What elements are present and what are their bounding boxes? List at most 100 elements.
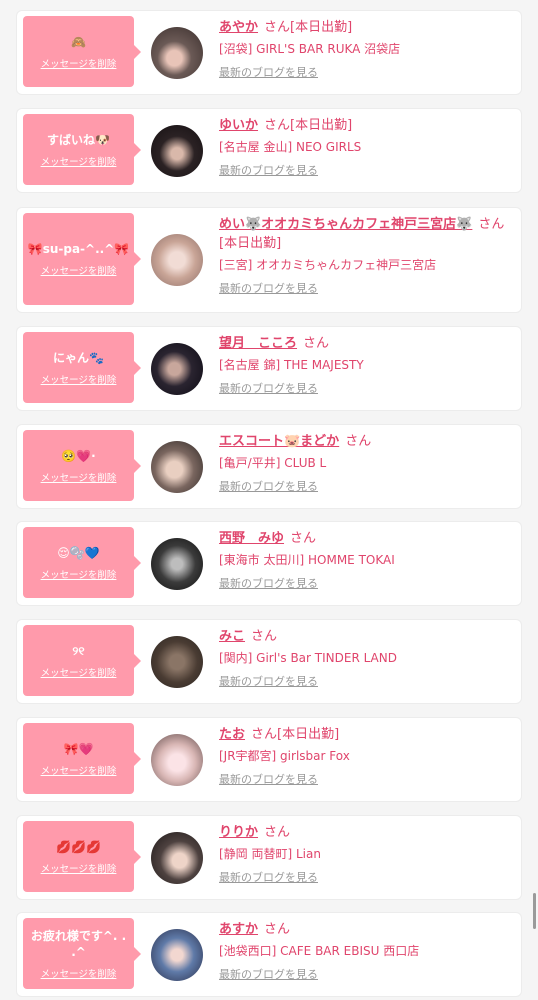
cast-name-link[interactable]: あすか [219, 922, 258, 937]
cast-name-link[interactable]: 望月 こころ [219, 336, 297, 351]
message-bubble: にゃん🐾 メッセージを削除 [23, 332, 141, 403]
name-line: あすか さん [219, 920, 509, 939]
message-bubble: 💋💋💋 メッセージを削除 [23, 821, 141, 892]
list-item: 😌🫧💙 メッセージを削除 西野 みゆ さん [東海市 太田川] HOMME TOK… [17, 522, 521, 605]
name-line: めい🐺オオカミちゃんカフェ神戸三宮店🐺 さん [本日出勤] [219, 215, 509, 253]
shop-name: [池袋西口] CAFE BAR EBISU 西口店 [219, 944, 420, 958]
working-badge: [本日出勤] [290, 20, 353, 35]
blog-link[interactable]: 最新のブログを見る [219, 380, 509, 396]
honorific: さん [264, 20, 291, 35]
list-item: にゃん🐾 メッセージを削除 望月 こころ さん [名古屋 錦] THE MAJES… [17, 327, 521, 410]
message-bubble: 🎀su-pa-^..^🎀 メッセージを削除 [23, 213, 141, 305]
working-badge: [本日出勤] [277, 727, 340, 742]
blog-link[interactable]: 最新のブログを見る [219, 162, 509, 178]
delete-message-link[interactable]: メッセージを削除 [41, 470, 117, 484]
avatar[interactable] [151, 734, 203, 786]
delete-message-link[interactable]: メッセージを削除 [41, 966, 117, 980]
honorific: さん [264, 825, 291, 840]
cast-name-link[interactable]: ゆいか [219, 118, 258, 133]
name-line: エスコート🐷まどか さん [219, 432, 509, 451]
name-line: みこ さん [219, 627, 509, 646]
message-text: にゃん🐾 [53, 350, 104, 365]
delete-message-link[interactable]: メッセージを削除 [41, 665, 117, 679]
list-item: すばいね🐶 メッセージを削除 ゆいか さん[本日出勤] [名古屋 金山] NEO … [17, 109, 521, 192]
message-bubble: 🥺💗· メッセージを削除 [23, 430, 141, 501]
message-text: 😌🫧💙 [57, 545, 100, 560]
working-badge: [本日出勤] [219, 236, 282, 251]
cast-name-link[interactable]: めい🐺オオカミちゃんカフェ神戸三宮店🐺 [219, 217, 472, 232]
working-badge: [本日出勤] [290, 118, 353, 133]
list-item: 💋💋💋 メッセージを削除 りりか さん [静岡 両替町] Lian 最新のブログを… [17, 816, 521, 899]
message-bubble: お疲れ様です^. . .^ メッセージを削除 [23, 918, 141, 989]
message-text: 🥺💗· [61, 448, 96, 463]
list-item: 🥺💗· メッセージを削除 エスコート🐷まどか さん [亀戸/平井] CLUB L … [17, 425, 521, 508]
message-text: 🎀💗 [63, 741, 94, 756]
scrollbar[interactable] [533, 893, 536, 929]
cast-name-link[interactable]: 西野 みゆ [219, 531, 284, 546]
message-bubble: すばいね🐶 メッセージを削除 [23, 114, 141, 185]
avatar[interactable] [151, 636, 203, 688]
honorific: さん [303, 336, 330, 351]
name-line: ゆいか さん[本日出勤] [219, 116, 509, 135]
cast-name-link[interactable]: あやか [219, 20, 258, 35]
list-item: お疲れ様です^. . .^ メッセージを削除 あすか さん [池袋西口] CAFE… [17, 913, 521, 996]
delete-message-link[interactable]: メッセージを削除 [41, 861, 117, 875]
delete-message-link[interactable]: メッセージを削除 [41, 263, 117, 277]
list-item: ୨୧ メッセージを削除 みこ さん [関内] Girl's Bar TINDER … [17, 620, 521, 703]
delete-message-link[interactable]: メッセージを削除 [41, 763, 117, 777]
message-text: 🎀su-pa-^..^🎀 [27, 242, 130, 256]
avatar[interactable] [151, 929, 203, 981]
blog-link[interactable]: 最新のブログを見る [219, 478, 509, 494]
delete-message-link[interactable]: メッセージを削除 [41, 372, 117, 386]
cast-name-link[interactable]: みこ [219, 629, 245, 644]
cast-name-link[interactable]: たお [219, 727, 245, 742]
cast-name-link[interactable]: エスコート🐷まどか [219, 434, 339, 449]
name-line: たお さん[本日出勤] [219, 725, 509, 744]
shop-name: [JR宇都宮] girlsbar Fox [219, 749, 350, 763]
shop-name: [亀戸/平井] CLUB L [219, 456, 327, 470]
message-bubble: 🙈 メッセージを削除 [23, 16, 141, 87]
avatar[interactable] [151, 441, 203, 493]
shop-name: [名古屋 錦] THE MAJESTY [219, 358, 364, 372]
blog-link[interactable]: 最新のブログを見る [219, 575, 509, 591]
delete-message-link[interactable]: メッセージを削除 [41, 567, 117, 581]
cast-name-link[interactable]: りりか [219, 825, 258, 840]
shop-name: [関内] Girl's Bar TINDER LAND [219, 651, 397, 665]
list-item: 🎀💗 メッセージを削除 たお さん[本日出勤] [JR宇都宮] girlsbar … [17, 718, 521, 801]
avatar[interactable] [151, 538, 203, 590]
blog-link[interactable]: 最新のブログを見る [219, 869, 509, 885]
name-line: 西野 みゆ さん [219, 529, 509, 548]
blog-link[interactable]: 最新のブログを見る [219, 64, 509, 80]
message-text: 🙈 [71, 34, 86, 49]
name-line: あやか さん[本日出勤] [219, 18, 509, 37]
avatar[interactable] [151, 125, 203, 177]
shop-name: [東海市 太田川] HOMME TOKAI [219, 553, 395, 567]
message-text: ୨୧ [72, 643, 85, 658]
blog-link[interactable]: 最新のブログを見る [219, 673, 509, 689]
message-text: 💋💋💋 [56, 839, 101, 854]
shop-name: [沼袋] GIRL'S BAR RUKA 沼袋店 [219, 42, 401, 56]
blog-link[interactable]: 最新のブログを見る [219, 771, 509, 787]
message-text: すばいね🐶 [47, 132, 110, 147]
delete-message-link[interactable]: メッセージを削除 [41, 154, 117, 168]
message-text: お疲れ様です^. . .^ [30, 928, 127, 959]
name-line: りりか さん [219, 823, 509, 842]
honorific: さん [251, 629, 278, 644]
avatar[interactable] [151, 234, 203, 286]
shop-name: [静岡 両替町] Lian [219, 847, 321, 861]
blog-link[interactable]: 最新のブログを見る [219, 280, 509, 296]
honorific: さん [290, 531, 317, 546]
avatar[interactable] [151, 832, 203, 884]
blog-link[interactable]: 最新のブログを見る [219, 966, 509, 982]
delete-message-link[interactable]: メッセージを削除 [41, 56, 117, 70]
message-bubble: 🎀💗 メッセージを削除 [23, 723, 141, 794]
shop-name: [名古屋 金山] NEO GIRLS [219, 140, 362, 154]
honorific: さん [251, 727, 278, 742]
avatar[interactable] [151, 27, 203, 79]
honorific: さん [264, 118, 291, 133]
message-bubble: 😌🫧💙 メッセージを削除 [23, 527, 141, 598]
shop-name: [三宮] オオカミちゃんカフェ神戸三宮店 [219, 258, 437, 272]
message-bubble: ୨୧ メッセージを削除 [23, 625, 141, 696]
avatar[interactable] [151, 343, 203, 395]
list-item: 🎀su-pa-^..^🎀 メッセージを削除 めい🐺オオカミちゃんカフェ神戸三宮店… [17, 208, 521, 312]
